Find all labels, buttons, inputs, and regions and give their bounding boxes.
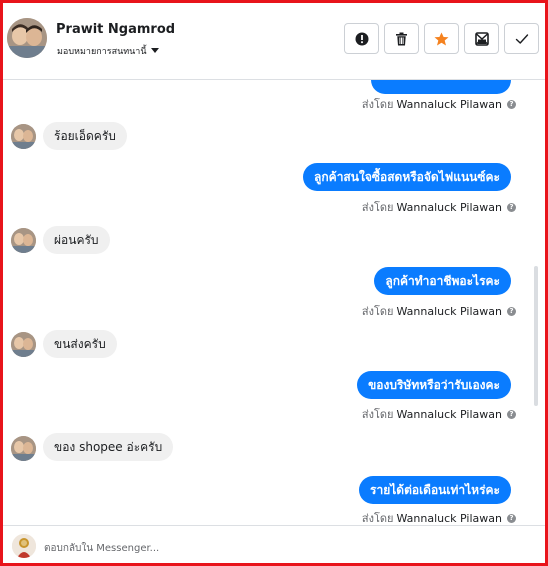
mark-done-button[interactable]	[504, 23, 539, 54]
sent-by-prefix: ส่งโดย	[361, 98, 394, 111]
conversation-header: Prawit Ngamrod มอบหมายการสนทนานี้	[3, 3, 545, 80]
outgoing-message[interactable]: รายได้ต่อเดือนเท่าไหร่คะ	[359, 476, 511, 504]
sender-name: Wannaluck Pilawan	[396, 511, 503, 525]
message-text: ของบริษัทหรือว่ารับเองคะ	[368, 377, 500, 392]
sent-by-line: ส่งโดย Wannaluck Pilawan ?	[362, 302, 516, 320]
message-text: ขนส่งครับ	[54, 336, 106, 351]
sender-name: Wannaluck Pilawan	[396, 97, 503, 111]
contact-mini-avatar	[11, 332, 36, 357]
sent-by-prefix: ส่งโดย	[361, 408, 394, 421]
sent-by-prefix: ส่งโดย	[361, 201, 394, 214]
message-text: ผ่อนครับ	[54, 232, 99, 247]
sender-name: Wannaluck Pilawan	[396, 407, 503, 421]
star-button[interactable]	[424, 23, 459, 54]
help-icon[interactable]: ?	[507, 513, 516, 523]
assign-label: มอบหมายการสนทนานี้	[57, 47, 147, 57]
contact-mini-avatar	[11, 436, 36, 461]
caret-down-icon	[150, 48, 159, 53]
spam-button[interactable]	[464, 23, 499, 54]
spam-icon	[474, 31, 489, 46]
check-icon	[515, 33, 528, 44]
header-actions	[344, 23, 539, 54]
assign-conversation-dropdown[interactable]: มอบหมายการสนทนานี้	[57, 44, 159, 58]
contact-mini-avatar	[11, 228, 36, 253]
message-text: รายได้ต่อเดือนเท่าไหร่คะ	[370, 482, 500, 497]
sent-by-prefix: ส่งโดย	[361, 512, 394, 525]
alert-button[interactable]	[344, 23, 379, 54]
delete-button[interactable]	[384, 23, 419, 54]
star-icon	[434, 32, 449, 45]
sent-by-line: ส่งโดย Wannaluck Pilawan ?	[362, 509, 516, 525]
outgoing-message[interactable]: ของบริษัทหรือว่ารับเองคะ	[357, 371, 511, 399]
sender-name: Wannaluck Pilawan	[396, 304, 503, 318]
reply-input-placeholder[interactable]: ตอบกลับใน Messenger...	[44, 541, 159, 556]
scrollbar-thumb[interactable]	[534, 266, 538, 406]
contact-avatar[interactable]	[7, 18, 47, 58]
trash-icon	[396, 32, 407, 45]
sent-by-line: ส่งโดย Wannaluck Pilawan ?	[362, 95, 516, 113]
sent-by-prefix: ส่งโดย	[361, 305, 394, 318]
outgoing-message[interactable]: ลูกค้าสนใจซื้อสดหรือจัดไฟแนนซ์คะ	[303, 163, 511, 191]
scrollbar-track[interactable]	[533, 80, 539, 525]
message-text: ลูกค้าทำอาชีพอะไรคะ	[385, 273, 500, 288]
message-text: ของ shopee อ่ะครับ	[54, 439, 163, 454]
help-icon[interactable]: ?	[507, 409, 516, 419]
help-icon[interactable]: ?	[507, 306, 516, 316]
help-icon[interactable]: ?	[507, 202, 516, 212]
sent-by-line: ส่งโดย Wannaluck Pilawan ?	[362, 405, 516, 423]
outgoing-message[interactable]	[371, 80, 511, 94]
contact-name: Prawit Ngamrod	[56, 22, 176, 37]
incoming-message[interactable]: ของ shopee อ่ะครับ	[43, 433, 174, 461]
incoming-message[interactable]: ขนส่งครับ	[43, 330, 117, 358]
outgoing-message[interactable]: ลูกค้าทำอาชีพอะไรคะ	[374, 267, 511, 295]
page-avatar	[12, 534, 36, 558]
message-thread[interactable]: ส่งโดย Wannaluck Pilawan ? ร้อยเอ็ดครับ …	[3, 80, 539, 525]
contact-mini-avatar	[11, 124, 36, 149]
sent-by-line: ส่งโดย Wannaluck Pilawan ?	[362, 198, 516, 216]
alert-icon	[355, 32, 368, 45]
message-text: ลูกค้าสนใจซื้อสดหรือจัดไฟแนนซ์คะ	[314, 169, 500, 184]
message-text: ร้อยเอ็ดครับ	[54, 128, 116, 143]
incoming-message[interactable]: ร้อยเอ็ดครับ	[43, 122, 127, 150]
reply-composer[interactable]: ตอบกลับใน Messenger...	[3, 525, 545, 563]
help-icon[interactable]: ?	[507, 99, 516, 109]
sender-name: Wannaluck Pilawan	[396, 200, 503, 214]
incoming-message[interactable]: ผ่อนครับ	[43, 226, 110, 254]
